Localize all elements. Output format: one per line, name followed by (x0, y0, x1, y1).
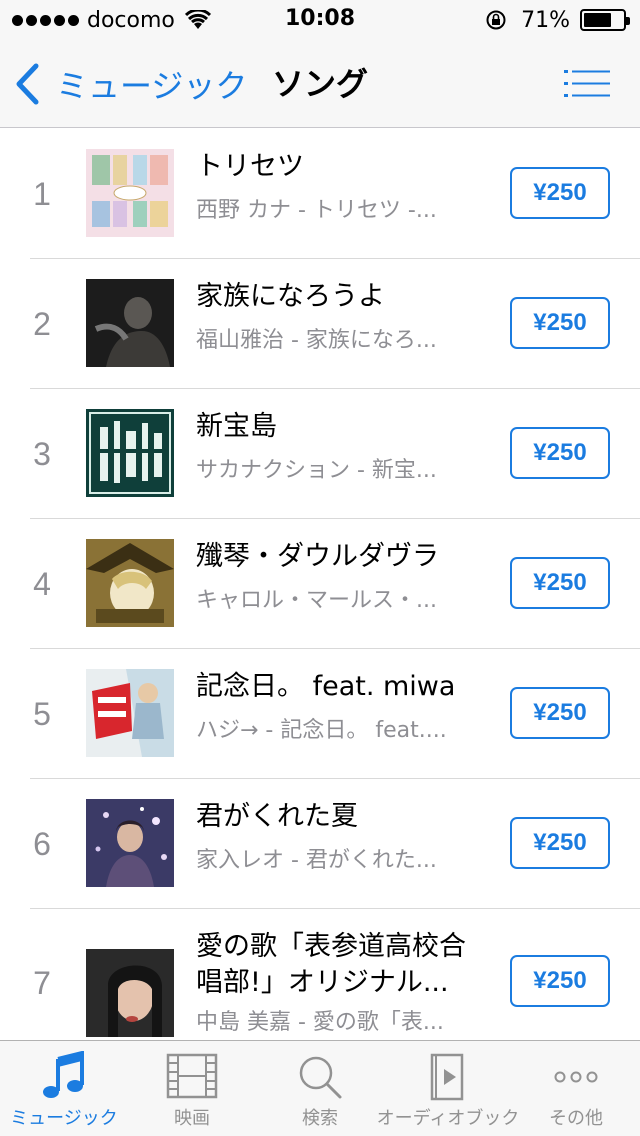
song-artist-album: 家入レオ - 君がくれた... (196, 848, 437, 873)
navigation-bar: ミュージック ソング (0, 40, 640, 128)
song-row-6[interactable]: 6 君がくれた夏 家入レオ - 君がくれた... ¥250 (0, 779, 640, 909)
film-icon (166, 1053, 218, 1099)
tab-bar: ミュージック 映画 検索 オーディオブック その他 (0, 1040, 640, 1136)
song-row-7[interactable]: 7 愛の歌「表参道高校合 唱部!」オリジナル... 中島 美嘉 - 愛の歌「表.… (0, 909, 640, 1057)
album-artwork (86, 539, 174, 627)
song-info: 記念日。 feat. miwa ハジ→ - 記念日。 feat.... (196, 669, 466, 745)
battery-icon (580, 9, 630, 31)
song-info: 愛の歌「表参道高校合 唱部!」オリジナル... 中島 美嘉 - 愛の歌「表... (196, 929, 466, 1037)
price-button[interactable]: ¥250 (510, 297, 610, 349)
song-title: トリセツ (196, 151, 304, 182)
song-info: 殲琴・ダウルダヴラ キャロル・マールス・... (196, 539, 466, 615)
status-bar: docomo 10:08 71% (0, 0, 640, 40)
rank-number: 2 (33, 305, 51, 342)
price-button[interactable]: ¥250 (510, 687, 610, 739)
tab-label: 検索 (302, 1108, 338, 1129)
song-row-3[interactable]: 3 新宝島 サカナクション - 新宝... ¥250 (0, 389, 640, 519)
chevron-left-icon (16, 63, 39, 105)
song-artist-album: 福山雅治 - 家族になろ... (196, 328, 437, 353)
song-title: 殲琴・ダウルダヴラ (196, 541, 439, 572)
song-row-1[interactable]: 1 トリセツ 西野 カナ - トリセツ -... ¥250 (0, 129, 640, 259)
music-note-icon (43, 1051, 84, 1098)
tab-music[interactable]: ミュージック (0, 1041, 128, 1136)
song-title: 記念日。 feat. miwa (196, 671, 456, 702)
search-icon (299, 1056, 342, 1099)
tab-search[interactable]: 検索 (256, 1041, 384, 1136)
song-row-5[interactable]: 5 記念日。 feat. miwa ハジ→ - 記念日。 feat.... ¥2… (0, 649, 640, 779)
song-title: 愛の歌「表参道高校合 (196, 931, 466, 962)
tab-label: オーディオブック (376, 1108, 520, 1129)
song-artist-album: 中島 美嘉 - 愛の歌「表... (196, 1010, 444, 1035)
tab-label: 映画 (174, 1108, 210, 1129)
tab-label: その他 (549, 1108, 603, 1129)
back-button[interactable]: ミュージック (14, 62, 247, 106)
more-icon (554, 1071, 598, 1083)
song-title-line-2: 唱部!」オリジナル... (196, 967, 449, 998)
album-artwork (86, 669, 174, 757)
song-title: 君がくれた夏 (196, 801, 358, 832)
song-artist-album: キャロル・マールス・... (196, 588, 437, 613)
song-artist-album: サカナクション - 新宝... (196, 458, 437, 483)
battery-percentage: 71% (521, 7, 570, 33)
album-artwork (86, 409, 174, 497)
song-info: 君がくれた夏 家入レオ - 君がくれた... (196, 799, 466, 875)
price-button[interactable]: ¥250 (510, 427, 610, 479)
rank-number: 5 (33, 695, 51, 732)
price-button[interactable]: ¥250 (510, 557, 610, 609)
tab-movies[interactable]: 映画 (128, 1041, 256, 1136)
battery-fill (584, 13, 611, 27)
price-button[interactable]: ¥250 (510, 167, 610, 219)
song-artist-album: ハジ→ - 記念日。 feat.... (196, 718, 447, 743)
song-info: 家族になろうよ 福山雅治 - 家族になろ... (196, 279, 466, 355)
price-button[interactable]: ¥250 (510, 817, 610, 869)
album-artwork (86, 799, 174, 887)
rank-number: 6 (33, 825, 51, 862)
album-artwork (86, 279, 174, 367)
song-row-2[interactable]: 2 家族になろうよ 福山雅治 - 家族になろ... ¥250 (0, 259, 640, 389)
album-artwork (86, 149, 174, 237)
page-title: ソング (272, 65, 369, 103)
back-button-label: ミュージック (56, 67, 248, 105)
tab-audiobooks[interactable]: オーディオブック (377, 1041, 519, 1136)
tab-more[interactable]: その他 (512, 1041, 640, 1136)
rotation-lock-icon (486, 10, 506, 30)
song-row-4[interactable]: 4 殲琴・ダウルダヴラ キャロル・マールス・... ¥250 (0, 519, 640, 649)
rank-number: 1 (33, 175, 51, 212)
audiobook-icon (430, 1053, 464, 1101)
song-info: トリセツ 西野 カナ - トリセツ -... (196, 149, 466, 225)
rank-number: 7 (33, 964, 51, 1001)
song-list: 1 トリセツ 西野 カナ - トリセツ -... ¥250 2 家族になろうよ … (0, 129, 640, 1057)
song-title: 新宝島 (196, 411, 277, 442)
rank-number: 3 (33, 435, 51, 472)
rank-number: 4 (33, 565, 51, 602)
song-title: 家族になろうよ (196, 281, 385, 312)
song-artist-album: 西野 カナ - トリセツ -... (196, 198, 437, 223)
tab-label: ミュージック (10, 1108, 118, 1129)
list-view-icon[interactable] (564, 68, 610, 100)
status-bar-right: 71% (485, 6, 630, 34)
album-artwork (86, 949, 174, 1037)
price-button[interactable]: ¥250 (510, 955, 610, 1007)
song-info: 新宝島 サカナクション - 新宝... (196, 409, 466, 485)
